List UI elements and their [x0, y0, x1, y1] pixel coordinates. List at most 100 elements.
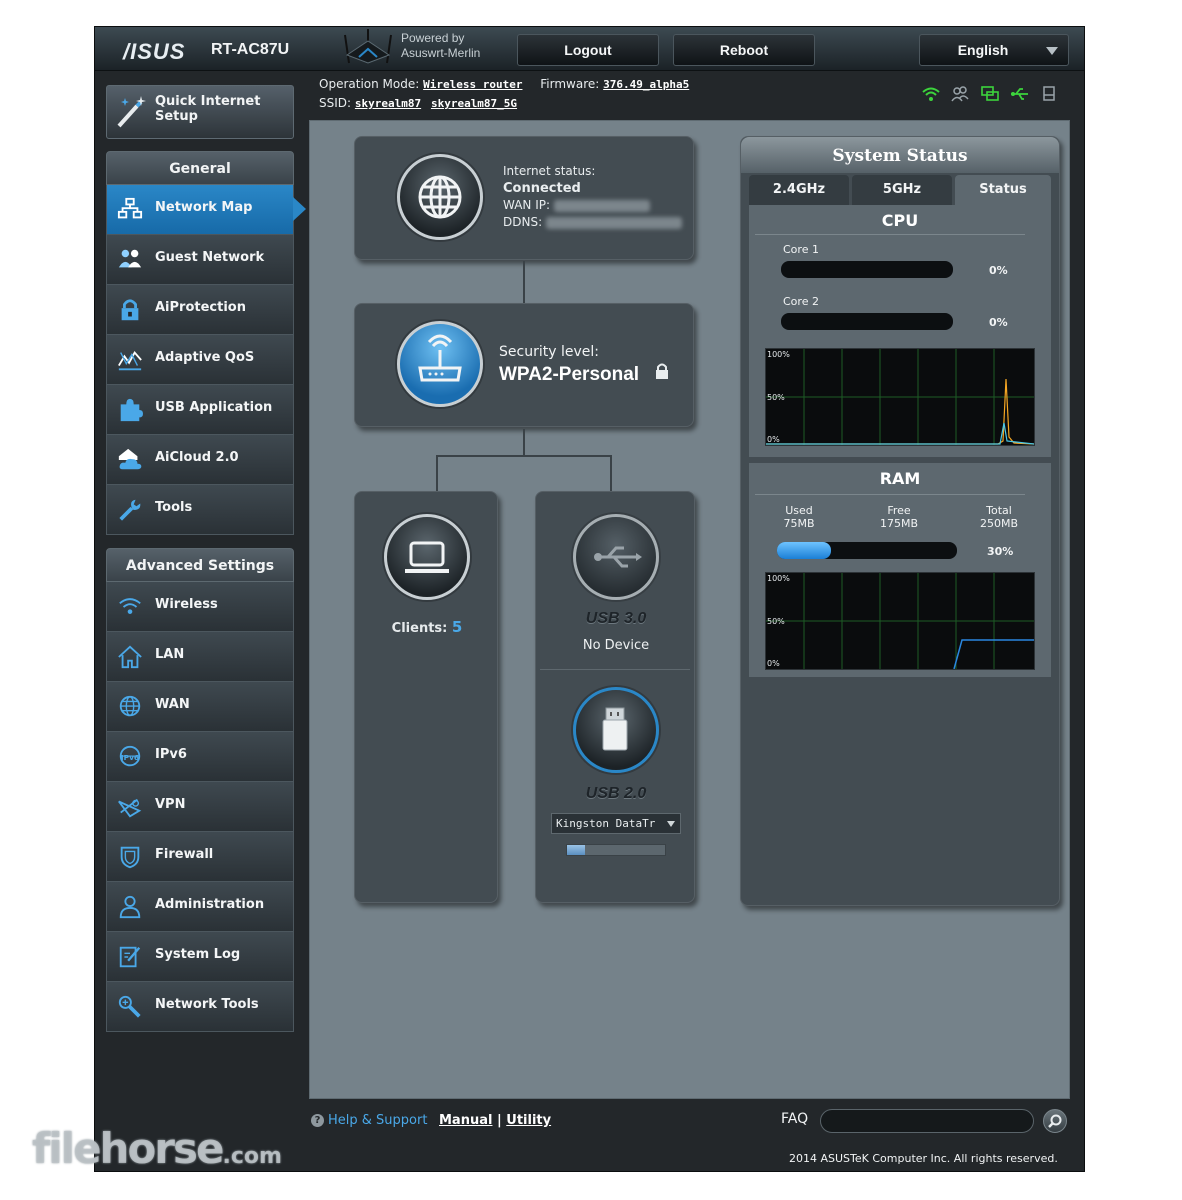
clients-icon[interactable]: [950, 85, 970, 103]
sidebar-item-label: AiProtection: [155, 300, 246, 315]
lock-icon: [656, 363, 668, 379]
usb-card: USB 3.0 No Device USB 2.0 Kingston DataT…: [535, 491, 695, 903]
network-map-panel: Internet status: Connected WAN IP: DDNS:…: [309, 120, 1070, 1099]
clients-card[interactable]: Clients: 5: [354, 491, 498, 903]
usb-icon[interactable]: [1010, 85, 1030, 103]
printer-icon[interactable]: [1040, 85, 1060, 103]
ram-used-value: 75MB: [783, 517, 815, 530]
sidebar-item-guest-network[interactable]: Guest Network: [106, 235, 294, 285]
sidebar-item-network-tools[interactable]: Network Tools: [106, 982, 294, 1032]
ssid-label: SSID:: [319, 96, 352, 110]
core-2-bar: [781, 313, 953, 330]
sidebar-item-lan[interactable]: LAN: [106, 632, 294, 682]
internet-status-card[interactable]: Internet status: Connected WAN IP: DDNS:: [354, 136, 694, 260]
ddns-redacted: [545, 216, 682, 229]
ram-block: RAM Used 75MB Free 175MB Total 250MB 30%: [749, 463, 1051, 677]
sidebar-item-network-map[interactable]: Network Map: [106, 185, 306, 235]
operation-mode-link[interactable]: Wireless router: [423, 78, 522, 91]
core-1-percent: 0%: [989, 264, 1008, 277]
sidebar-item-label: Administration: [155, 897, 265, 912]
clients-count[interactable]: 5: [452, 618, 462, 636]
sidebar-item-administration[interactable]: Administration: [106, 882, 294, 932]
help-icon: ?: [311, 1114, 324, 1127]
divider: [755, 494, 1025, 495]
faq-label: FAQ: [781, 1111, 809, 1127]
qos-icon: [118, 350, 142, 371]
sidebar-item-label: LAN: [155, 647, 185, 662]
ram-usage-bar: [777, 542, 957, 559]
tab-5ghz[interactable]: 5GHz: [852, 175, 952, 205]
cloud-icon: [118, 448, 142, 470]
chevron-down-icon: [667, 821, 675, 827]
ram-free: Free 175MB: [864, 504, 934, 530]
logout-button[interactable]: Logout: [517, 34, 659, 66]
network-map-icon: [117, 197, 143, 219]
core-2-percent: 0%: [989, 316, 1008, 329]
connector-line: [523, 429, 525, 457]
language-select[interactable]: English: [919, 34, 1069, 66]
top-header: /ISUS RT-AC87U Powered by Asuswrt-Merlin…: [95, 27, 1084, 71]
ram-graph-lines: [766, 573, 1034, 669]
sidebar-item-label: AiCloud 2.0: [155, 450, 239, 465]
ddns-label: DDNS:: [503, 215, 543, 229]
wan-ip-label: WAN IP:: [503, 198, 551, 212]
usb-device-select[interactable]: Kingston DataTr: [551, 813, 681, 834]
sidebar-item-aicloud-2-0[interactable]: AiCloud 2.0: [106, 435, 294, 485]
faq-search-input[interactable]: [820, 1109, 1034, 1133]
tab-2-4ghz[interactable]: 2.4GHz: [749, 175, 849, 205]
wrench-icon: [119, 499, 141, 521]
sidebar-item-firewall[interactable]: Firewall: [106, 832, 294, 882]
tab-status[interactable]: Status: [955, 175, 1051, 205]
link-separator: |: [496, 1113, 502, 1128]
clients-summary: Clients: 5: [355, 618, 499, 636]
network-icon[interactable]: [980, 85, 1000, 103]
core-2-label: Core 2: [783, 295, 819, 308]
ssid-link-1[interactable]: skyrealm87: [355, 97, 421, 110]
chevron-down-icon: [1046, 47, 1058, 55]
ssid-link-2[interactable]: skyrealm87_5G: [431, 97, 517, 110]
watermark-main: filehorse: [32, 1124, 225, 1173]
ram-graph-label-bottom: 0%: [767, 659, 780, 668]
sidebar-item-vpn[interactable]: VPN: [106, 782, 294, 832]
sidebar-item-ipv6[interactable]: IPv6 IPv6: [106, 732, 294, 782]
sidebar-item-label: Wireless: [155, 597, 218, 612]
cpu-title: CPU: [881, 211, 919, 230]
ram-graph-label-top: 100%: [767, 574, 790, 583]
cpu-usage-graph: 100% 50% 0%: [765, 348, 1035, 446]
sidebar-item-wan[interactable]: WAN: [106, 682, 294, 732]
sidebar-item-label: USB Application: [155, 400, 273, 415]
sidebar-item-wireless[interactable]: Wireless: [106, 582, 294, 632]
quick-internet-setup-button[interactable]: Quick Internet Setup: [106, 85, 294, 139]
ram-total-label: Total: [986, 504, 1012, 517]
firmware-link[interactable]: 376.49_alpha5: [603, 78, 689, 91]
reboot-button[interactable]: Reboot: [673, 34, 815, 66]
ram-usage-graph: 100% 50% 0%: [765, 572, 1035, 670]
sidebar-item-system-log[interactable]: System Log: [106, 932, 294, 982]
security-card[interactable]: Security level: WPA2-Personal: [354, 303, 694, 427]
quick-setup-label: Quick Internet Setup: [155, 94, 261, 124]
ram-usage-fill: [777, 542, 831, 559]
computer-icon: [384, 514, 470, 600]
watermark-logo: filehorse.com: [32, 1124, 282, 1173]
svg-text:IPv6: IPv6: [121, 753, 139, 762]
sidebar-item-adaptive-qos[interactable]: Adaptive QoS: [106, 335, 294, 385]
info-bar: Operation Mode: Wireless router Firmware…: [319, 75, 695, 113]
utility-link[interactable]: Utility: [506, 1113, 551, 1128]
usb-drive-icon[interactable]: [573, 687, 659, 773]
sidebar-item-usb-application[interactable]: USB Application: [106, 385, 294, 435]
manual-link[interactable]: Manual: [439, 1113, 492, 1128]
sidebar-item-aiprotection[interactable]: AiProtection: [106, 285, 294, 335]
advanced-section-title: Advanced Settings: [106, 548, 294, 582]
wifi-icon[interactable]: [921, 85, 941, 103]
security-level-value: WPA2-Personal: [499, 364, 640, 385]
cpu-graph-lines: [766, 349, 1034, 445]
operation-mode-label: Operation Mode:: [319, 77, 420, 91]
powered-by-label: Powered by: [401, 31, 465, 45]
asus-logo: /ISUS: [123, 39, 186, 64]
connector-line: [610, 455, 612, 491]
firmware-label: Firmware:: [540, 77, 600, 91]
sidebar-item-tools[interactable]: Tools: [106, 485, 294, 535]
faq-search-button[interactable]: [1043, 1109, 1067, 1133]
help-support-link[interactable]: ? Help & Support: [311, 1113, 427, 1128]
router-model: RT-AC87U: [211, 41, 290, 58]
